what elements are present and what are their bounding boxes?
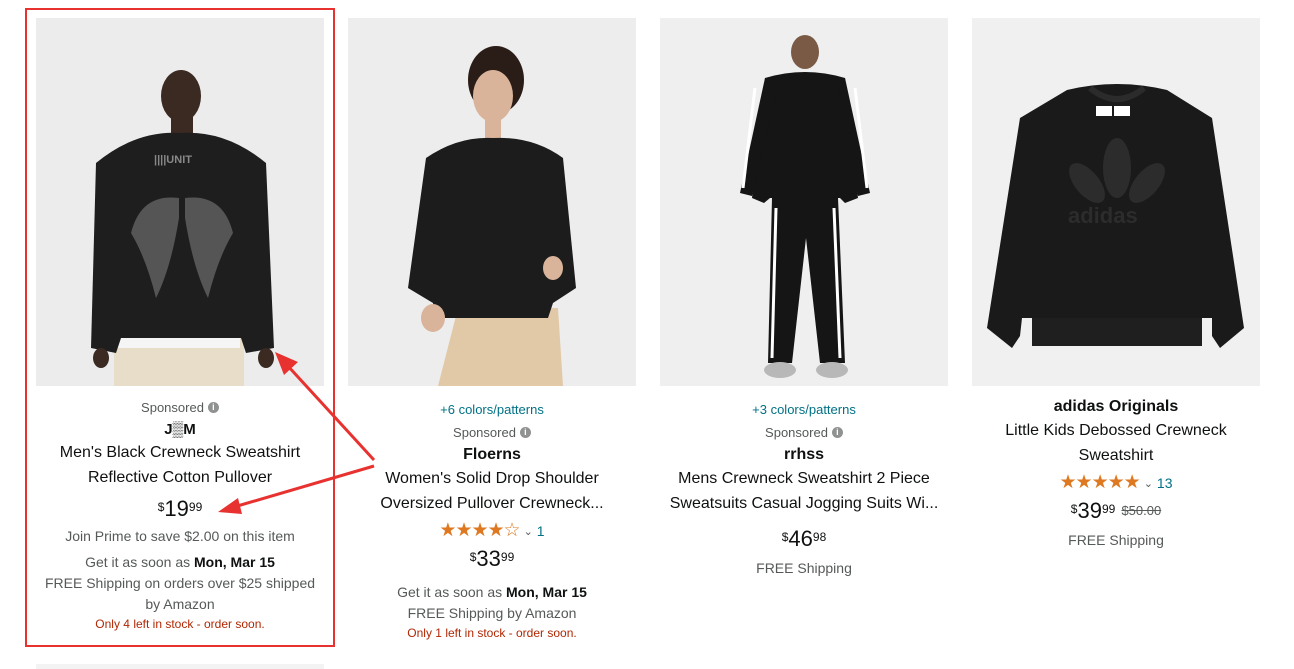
next-row-image-edge — [36, 664, 324, 669]
sponsored-label[interactable]: Sponsored i — [660, 425, 948, 440]
star-rating-icon: ★★★★☆ — [439, 520, 520, 541]
product-title[interactable]: Women's Solid Drop Shoulder Oversized Pu… — [348, 466, 636, 516]
sponsored-label[interactable]: Sponsored i — [348, 425, 636, 440]
shipping-info: FREE Shipping — [1068, 532, 1164, 548]
price-symbol: $ — [1070, 502, 1078, 516]
delivery-date: Mon, Mar 15 — [506, 584, 587, 600]
price-fraction: 99 — [500, 550, 515, 564]
product-image[interactable] — [348, 18, 636, 386]
product-card-4[interactable]: adidas adidas Originals Little Kids Debo… — [972, 18, 1260, 551]
delivery-info: Get it as soon as Mon, Mar 15 — [348, 582, 636, 603]
review-count[interactable]: 13 — [1157, 475, 1173, 491]
product-price[interactable]: $3399 — [348, 548, 636, 570]
rating[interactable]: ★★★★☆ ⌄ 1 — [348, 520, 636, 541]
price-whole: 46 — [788, 526, 813, 551]
price-symbol: $ — [469, 550, 477, 564]
product-title[interactable]: Mens Crewneck Sweatshirt 2 Piece Sweatsu… — [660, 466, 948, 516]
shipping-info: FREE Shipping by Amazon — [407, 605, 577, 621]
highlight-box — [25, 8, 335, 647]
product-card-2[interactable]: +6 colors/patterns Sponsored i Floerns W… — [348, 18, 636, 642]
review-count[interactable]: 1 — [537, 523, 545, 539]
list-price: $50.00 — [1121, 503, 1162, 518]
info-icon[interactable]: i — [831, 427, 843, 438]
rating[interactable]: ★★★★★ ⌄ 13 — [972, 472, 1260, 493]
price-whole: 33 — [476, 546, 501, 571]
brand-name: rrhss — [783, 446, 825, 463]
stock-warning: Only 1 left in stock - order soon. — [407, 626, 577, 640]
product-price[interactable]: $4698 — [660, 528, 948, 550]
product-image[interactable] — [660, 18, 948, 386]
color-variants-link[interactable]: +3 colors/patterns — [660, 402, 948, 417]
delivery-prefix: Get it as soon as — [397, 584, 503, 600]
price-fraction: 99 — [1101, 502, 1116, 516]
shipping-info: FREE Shipping — [756, 560, 852, 576]
adidas-logo: adidas — [1068, 203, 1138, 228]
chevron-down-icon[interactable]: ⌄ — [1144, 477, 1153, 490]
sponsored-text: Sponsored — [453, 425, 516, 440]
star-rating-icon: ★★★★★ — [1059, 472, 1141, 493]
product-title[interactable]: Little Kids Debossed Crewneck Sweatshirt — [972, 418, 1260, 468]
product-card-3[interactable]: +3 colors/patterns Sponsored i rrhss Men… — [660, 18, 948, 579]
price-symbol: $ — [781, 530, 789, 544]
product-price[interactable]: $3999 $50.00 — [972, 500, 1260, 522]
sponsored-text: Sponsored — [765, 425, 828, 440]
color-variants-link[interactable]: +6 colors/patterns — [348, 402, 636, 417]
brand-name: Floerns — [463, 446, 521, 463]
chevron-down-icon[interactable]: ⌄ — [524, 525, 533, 538]
product-image[interactable]: adidas — [972, 18, 1260, 386]
brand-name: adidas Originals — [1053, 398, 1179, 415]
info-icon[interactable]: i — [519, 427, 531, 438]
price-whole: 39 — [1077, 498, 1102, 523]
price-fraction: 98 — [812, 530, 827, 544]
